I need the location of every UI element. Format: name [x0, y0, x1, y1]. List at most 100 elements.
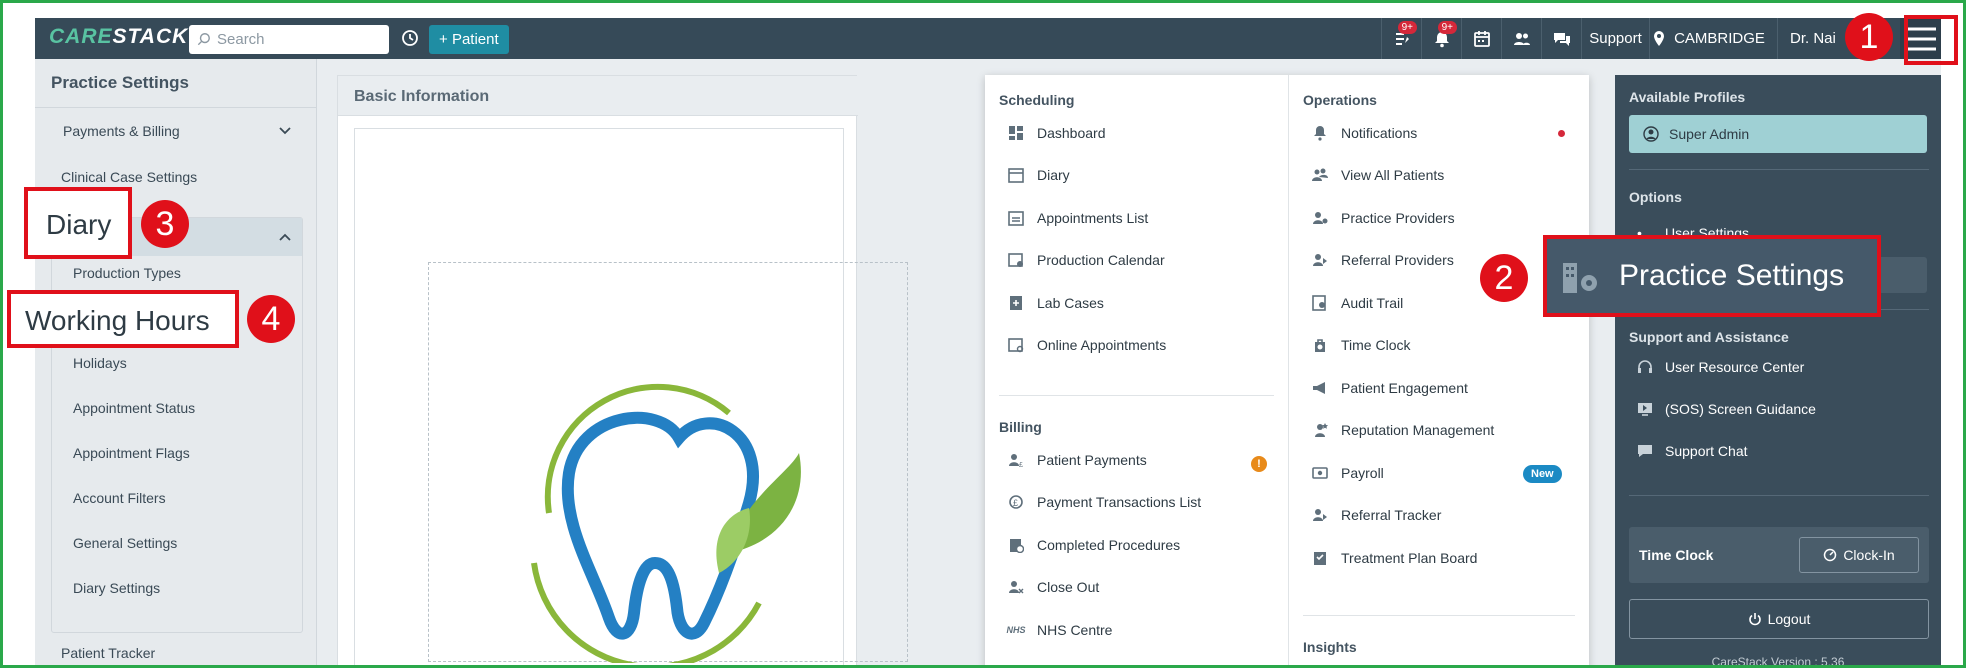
diary-label: Diary	[46, 209, 112, 240]
calendar-button[interactable]	[1461, 18, 1501, 59]
sidebar-sub-production-types[interactable]: Production Types	[73, 265, 181, 281]
new-badge: New	[1523, 465, 1562, 483]
sidebar-title: Practice Settings	[51, 73, 189, 92]
bell-icon	[1314, 126, 1326, 141]
menu-item-referral-tracker[interactable]: Referral Tracker	[1311, 506, 1441, 524]
dental-logo-image	[531, 383, 801, 665]
chevron-down-icon[interactable]	[279, 127, 291, 135]
menu-column-right: Operations Notifications View All Patien…	[1289, 75, 1589, 665]
working-hours-label: Working Hours	[25, 305, 210, 336]
support-link[interactable]: Support	[1581, 18, 1649, 59]
screen-guidance-link[interactable]: (SOS) Screen Guidance	[1637, 401, 1816, 417]
available-profiles-heading: Available Profiles	[1629, 89, 1746, 105]
sidebar-sub-holidays[interactable]: Holidays	[73, 355, 127, 371]
users-button[interactable]	[1501, 18, 1541, 59]
menu-item-close-out[interactable]: Close Out	[1007, 578, 1099, 596]
calendar-icon	[1473, 30, 1490, 47]
panel-divider	[1629, 495, 1929, 496]
menu-item-online-appointments[interactable]: Online Appointments	[1007, 336, 1166, 354]
menu-item-notifications[interactable]: Notifications	[1311, 124, 1417, 142]
location-selector[interactable]: CAMBRIDGE	[1649, 18, 1777, 59]
search-placeholder: Search	[217, 31, 265, 48]
highlight-diary[interactable]: Diary	[24, 187, 132, 259]
sidebar-item-clinical-case-settings[interactable]: Clinical Case Settings	[61, 169, 197, 185]
menu-item-appointments-list[interactable]: Appointments List	[1007, 209, 1148, 227]
support-chat-link[interactable]: Support Chat	[1637, 443, 1748, 459]
menu-label: Lab Cases	[1037, 295, 1104, 311]
menu-item-diary[interactable]: Diary	[1007, 166, 1070, 184]
menu-item-view-all-patients[interactable]: View All Patients	[1311, 166, 1444, 184]
payroll-icon	[1312, 467, 1328, 479]
menu-label: Patient Engagement	[1341, 380, 1468, 396]
add-patient-button[interactable]: + Patient	[429, 25, 509, 54]
menu-item-lab-cases[interactable]: Lab Cases	[1007, 294, 1104, 312]
menu-label: Dashboard	[1037, 125, 1106, 141]
logo-upload-area[interactable]	[428, 262, 908, 665]
recent-history-icon[interactable]	[400, 28, 420, 48]
notifications-badge: 9+	[1437, 21, 1457, 34]
highlight-practice-settings[interactable]: Practice Settings	[1543, 235, 1881, 317]
menu-item-time-clock[interactable]: Time Clock	[1311, 336, 1411, 354]
menu-item-practice-providers[interactable]: Practice Providers	[1311, 209, 1455, 227]
tasks-badge: 9+	[1397, 21, 1417, 34]
profile-super-admin[interactable]: Super Admin	[1629, 115, 1927, 153]
clipboard-icon	[1314, 552, 1326, 565]
sidebar-sub-appointment-flags[interactable]: Appointment Flags	[73, 445, 190, 461]
navigation-menu: Scheduling Dashboard Diary Appointments …	[985, 75, 1589, 665]
menu-label: Referral Providers	[1341, 252, 1454, 268]
menu-label: Practice Providers	[1341, 210, 1455, 226]
logo-part-a: CARE	[49, 25, 113, 48]
logout-button[interactable]: Logout	[1629, 599, 1929, 639]
logout-label: Logout	[1767, 611, 1811, 627]
menu-item-nhs-centre[interactable]: NHS NHS Centre	[1007, 621, 1113, 639]
chat-icon	[1553, 32, 1570, 46]
sidebar-divider	[35, 107, 317, 108]
menu-item-completed-procedures[interactable]: Completed Procedures	[1007, 536, 1180, 554]
menu-label: Patient Payments	[1037, 452, 1147, 468]
menu-item-dashboard[interactable]: Dashboard	[1007, 124, 1106, 142]
notifications-button[interactable]: 9+	[1421, 18, 1461, 59]
add-patient-label: Patient	[451, 31, 499, 48]
clock-in-button[interactable]: Clock-In	[1799, 537, 1919, 573]
menu-item-payment-transactions-list[interactable]: £ Payment Transactions List	[1007, 493, 1201, 511]
tasks-button[interactable]: 9+	[1381, 18, 1421, 59]
time-clock-icon	[1315, 339, 1325, 352]
sidebar-sub-general-settings[interactable]: General Settings	[73, 535, 177, 551]
user-resource-center-link[interactable]: User Resource Center	[1637, 359, 1804, 375]
step-number-4: 4	[247, 295, 295, 343]
menu-heading-scheduling: Scheduling	[999, 92, 1075, 108]
search-input[interactable]: Search	[189, 25, 389, 54]
menu-item-patient-payments[interactable]: £ Patient Payments	[1007, 451, 1147, 469]
menu-item-production-calendar[interactable]: Production Calendar	[1007, 251, 1165, 269]
menu-item-payroll[interactable]: Payroll	[1311, 464, 1384, 482]
version-text: CareStack Version : 5.36	[1711, 655, 1845, 668]
menu-item-treatment-plan-board[interactable]: Treatment Plan Board	[1311, 549, 1477, 567]
sidebar-sub-appointment-status[interactable]: Appointment Status	[73, 400, 195, 416]
menu-label: (SOS) Screen Guidance	[1665, 401, 1816, 417]
chat-button[interactable]	[1541, 18, 1581, 59]
sidebar-sub-diary-settings[interactable]: Diary Settings	[73, 580, 160, 596]
screen-play-icon	[1638, 403, 1652, 416]
panel-divider	[1629, 169, 1929, 170]
menu-label: Completed Procedures	[1037, 537, 1181, 553]
logo-part-b: STACK	[112, 25, 189, 48]
step-number-1: 1	[1845, 13, 1893, 61]
highlight-working-hours[interactable]: Working Hours	[7, 290, 239, 348]
sidebar-sub-account-filters[interactable]: Account Filters	[73, 490, 166, 506]
headset-icon	[1638, 360, 1652, 373]
menu-item-reputation-management[interactable]: Reputation Management	[1311, 421, 1494, 439]
chevron-up-icon[interactable]	[279, 233, 291, 241]
time-clock-label: Time Clock	[1639, 547, 1714, 563]
search-icon	[197, 33, 210, 46]
menu-item-patient-engagement[interactable]: Patient Engagement	[1311, 379, 1468, 397]
profile-label: Super Admin	[1669, 126, 1750, 142]
menu-item-audit-trail[interactable]: Audit Trail	[1311, 294, 1403, 312]
sidebar-item-payments-billing[interactable]: Payments & Billing	[63, 123, 180, 139]
sidebar-item-patient-tracker[interactable]: Patient Tracker	[61, 645, 155, 661]
menu-label: Payroll	[1341, 465, 1384, 481]
menu-item-referral-providers[interactable]: Referral Providers	[1311, 251, 1454, 269]
referral-provider-icon	[1313, 254, 1327, 266]
user-name: Dr. Nai	[1790, 30, 1836, 47]
carestack-logo[interactable]: CARESTACK	[49, 25, 188, 49]
audit-icon	[1312, 295, 1326, 311]
